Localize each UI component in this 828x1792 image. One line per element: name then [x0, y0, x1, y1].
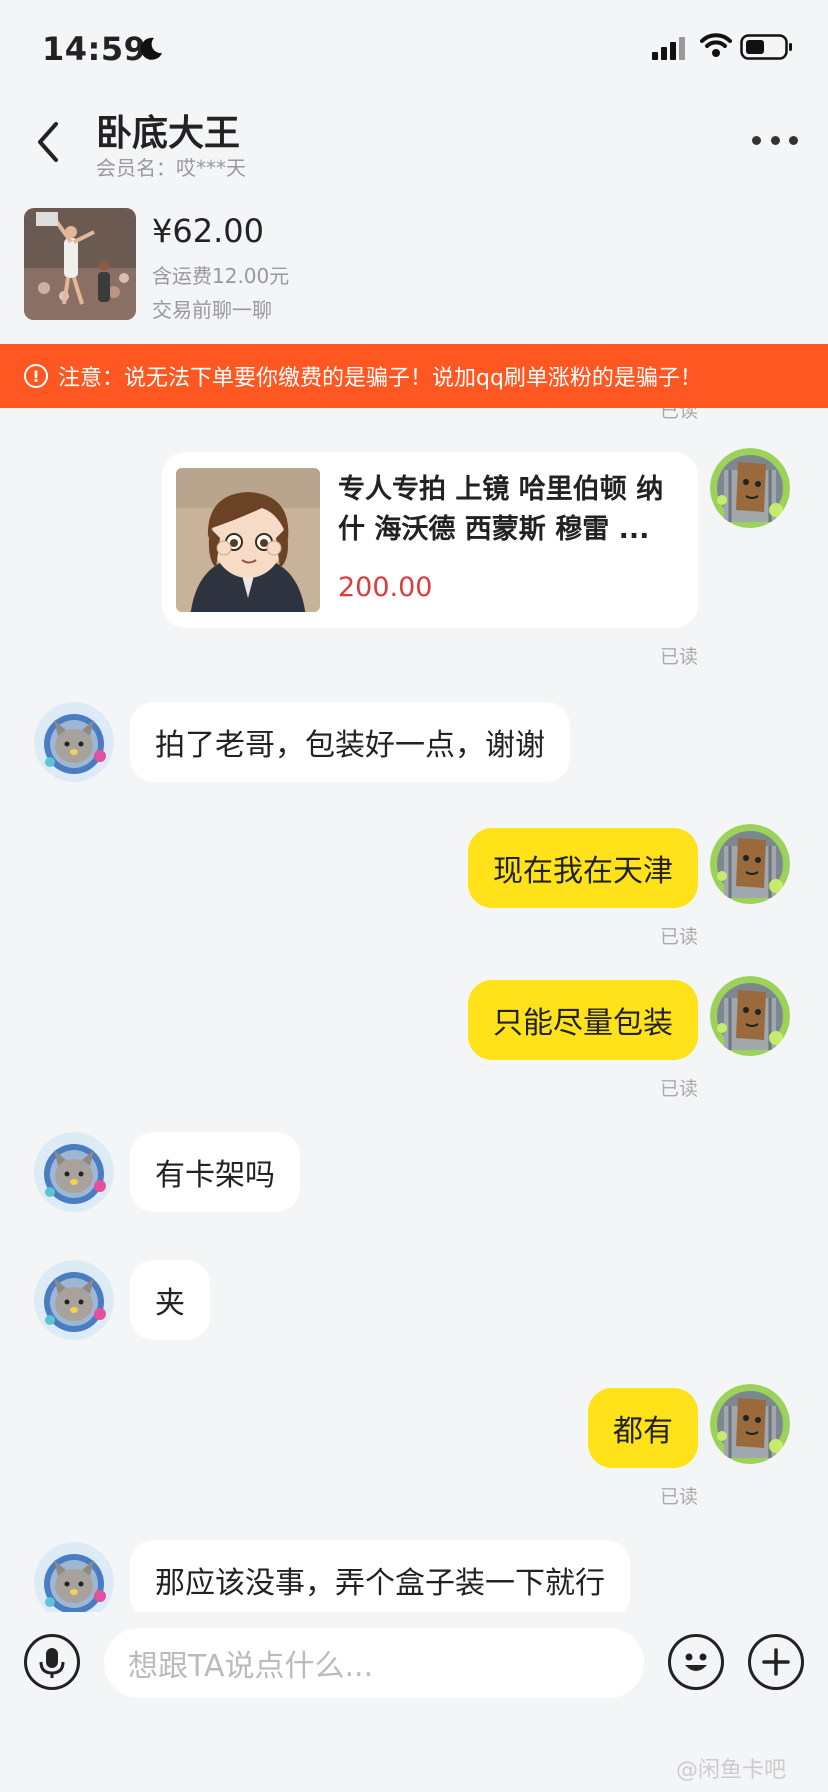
wifi-icon: [700, 33, 732, 57]
product-card-message[interactable]: 专人专拍 上镜 哈里伯顿 纳什 海沃德 西蒙斯 穆雷 ... 200.00: [162, 452, 698, 628]
emoji-icon[interactable]: [668, 1634, 724, 1690]
message-bubble[interactable]: 夹: [130, 1260, 210, 1340]
seller-avatar[interactable]: [34, 1132, 114, 1212]
moon-icon: [140, 37, 162, 60]
warning-text: 注意：说无法下单要你缴费的是骗子！说加qq刷单涨粉的是骗子！: [58, 366, 702, 391]
input-bar: 想跟TA说点什么...: [0, 1612, 828, 1712]
status-time: 14:59: [42, 30, 147, 68]
battery-icon: [740, 34, 792, 60]
card-image: [176, 468, 320, 612]
chat-hint: 交易前聊一聊: [152, 298, 272, 322]
product-price: ¥62.00: [152, 212, 264, 250]
message-bubble[interactable]: 只能尽量包装: [468, 980, 698, 1060]
read-status: 已读: [660, 926, 699, 948]
watermark: @闲鱼卡吧: [676, 1758, 787, 1783]
seller-avatar[interactable]: [34, 1260, 114, 1340]
message-bubble[interactable]: 拍了老哥，包装好一点，谢谢: [130, 702, 570, 782]
read-status: 已读: [660, 646, 699, 668]
message-bubble[interactable]: 都有: [588, 1388, 698, 1468]
read-status: 已读: [660, 1486, 699, 1508]
my-avatar[interactable]: [710, 976, 790, 1056]
message-input[interactable]: 想跟TA说点什么...: [104, 1628, 644, 1698]
read-status: 已读: [660, 1078, 699, 1100]
product-bar[interactable]: ¥62.00 含运费12.00元 交易前聊一聊: [0, 200, 828, 344]
plus-icon[interactable]: [748, 1634, 804, 1690]
shipping-fee: 含运费12.00元: [152, 264, 290, 288]
chat-messages[interactable]: 已读 专人专拍 上镜 哈里伯顿 纳什 海沃德 西蒙斯 穆雷 ... 200.00…: [0, 408, 828, 1612]
product-thumbnail[interactable]: [24, 208, 136, 320]
member-name: 会员名：哎***天: [96, 156, 246, 180]
message-bubble[interactable]: 那应该没事，弄个盒子装一下就行: [130, 1540, 630, 1612]
read-status: 已读: [660, 408, 699, 422]
my-avatar[interactable]: [710, 1384, 790, 1464]
more-icon[interactable]: [752, 130, 798, 150]
seller-avatar[interactable]: [34, 702, 114, 782]
message-bubble[interactable]: 现在我在天津: [468, 828, 698, 908]
card-price: 200.00: [338, 572, 433, 603]
status-bar: 14:59: [0, 0, 828, 100]
message-bubble[interactable]: 有卡架吗: [130, 1132, 300, 1212]
scam-warning-banner: ! 注意：说无法下单要你缴费的是骗子！说加qq刷单涨粉的是骗子！: [0, 344, 828, 408]
signal-icon: [652, 37, 685, 60]
my-avatar[interactable]: [710, 824, 790, 904]
back-icon[interactable]: [30, 118, 70, 166]
card-title: 专人专拍 上镜 哈里伯顿 纳什 海沃德 西蒙斯 穆雷 ...: [338, 474, 664, 545]
page-title: 卧底大王: [96, 113, 241, 154]
microphone-icon[interactable]: [24, 1634, 80, 1690]
my-avatar[interactable]: [710, 448, 790, 528]
seller-avatar[interactable]: [34, 1542, 114, 1612]
warning-icon: !: [24, 364, 48, 388]
